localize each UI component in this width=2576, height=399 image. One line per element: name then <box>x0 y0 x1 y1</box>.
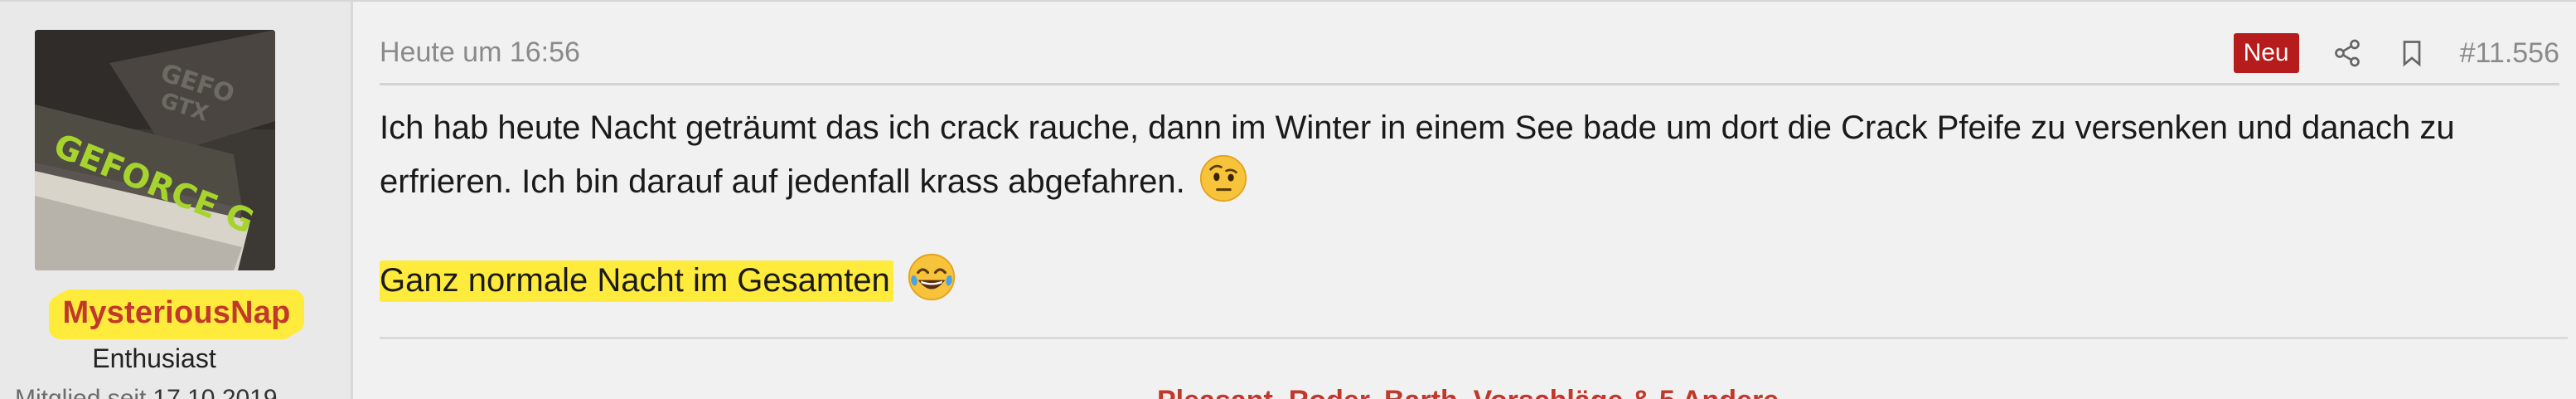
username-wrapper: MysteriousNap <box>0 292 353 336</box>
post-number-link[interactable]: #11.556 <box>2460 37 2559 70</box>
username-link[interactable]: MysteriousNap <box>54 292 299 336</box>
bookmark-icon[interactable] <box>2395 36 2428 70</box>
post-paragraph: Ganz normale Nacht im Gesamten <box>380 253 2568 307</box>
join-date-value: 17.10.2019 <box>153 385 278 399</box>
new-badge: Neu <box>2233 33 2299 73</box>
face-with-raised-eyebrow-icon <box>1199 154 1247 202</box>
avatar-image: GEFORCE G GEFO GTX <box>35 30 275 270</box>
post-body: Ich hab heute Nacht geträumt das ich cra… <box>380 101 2568 307</box>
post-footer-divider <box>380 337 2568 339</box>
user-title: Enthusiast <box>92 343 216 373</box>
post-header: Heute um 16:56 Neu #11.556 <box>380 32 2559 85</box>
post-paragraph: Ich hab heute Nacht geträumt das ich cra… <box>380 101 2568 208</box>
reactions-list[interactable]: Pleasant, Roder, Barth, Vorschläge & 5 A… <box>1157 385 1779 399</box>
post-header-actions: Neu #11.556 <box>2233 32 2559 75</box>
post-text-1: Ich hab heute Nacht geträumt das ich cra… <box>380 109 2455 200</box>
post-date[interactable]: Heute um 16:56 <box>380 36 580 69</box>
face-with-tears-of-joy-icon <box>908 253 956 301</box>
share-icon[interactable] <box>2331 36 2364 70</box>
avatar[interactable]: GEFORCE G GEFO GTX <box>35 30 275 270</box>
user-join-date: Mitglied seit 17.10.2019 <box>15 385 278 399</box>
join-date-label: Mitglied seit <box>15 385 147 399</box>
forum-post: GEFORCE G GEFO GTX MysteriousNap Enthusi… <box>0 0 2576 399</box>
post-content-column: Heute um 16:56 Neu #11.556 Ich hab heute… <box>353 2 2576 399</box>
user-info-panel: GEFORCE G GEFO GTX MysteriousNap Enthusi… <box>0 2 353 399</box>
post-text-2: Ganz normale Nacht im Gesamten <box>380 260 893 302</box>
